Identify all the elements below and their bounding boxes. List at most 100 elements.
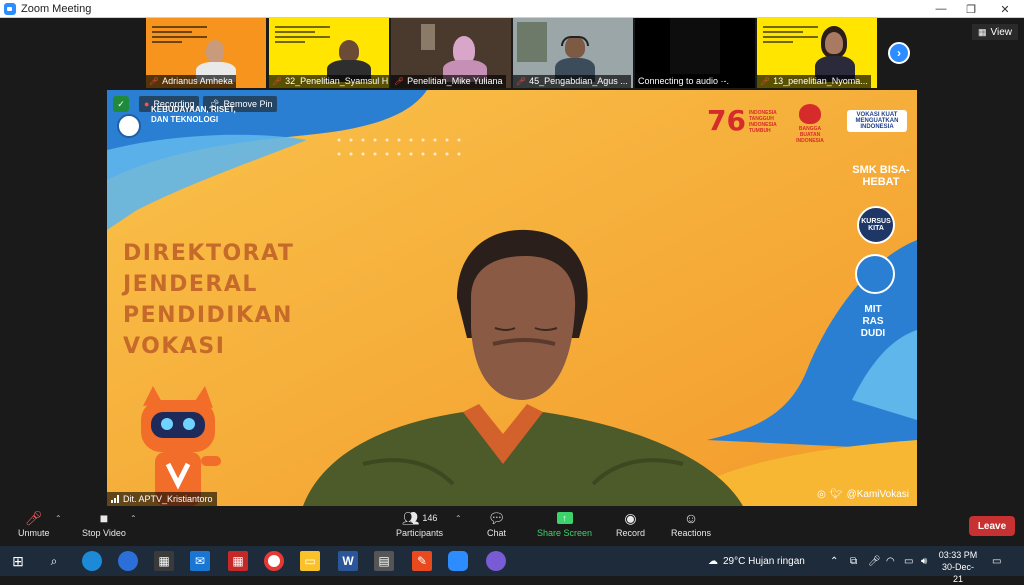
participant-name-text: 45_Pengabdian_Agus ... xyxy=(529,76,628,86)
video-off-placeholder xyxy=(670,18,720,74)
window-title: Zoom Meeting xyxy=(21,2,92,15)
participant-name: Connecting to audio ·-. xyxy=(635,75,732,88)
emblem-logo xyxy=(855,254,895,294)
audio-options-caret[interactable]: ⌃ xyxy=(55,514,62,523)
zoom-app-icon xyxy=(4,2,16,15)
meeting-toolbar: 🎤︎ Unmute ⌃ ■ Stop Video ⌃ 👥︎ 146 Partic… xyxy=(0,506,1024,546)
background-shelf xyxy=(517,22,547,62)
mitras-dudi-logo: MIT RAS DUDI xyxy=(860,304,886,339)
grid-icon: ▦ xyxy=(977,26,987,37)
mic-muted-icon: 🎤︎ xyxy=(394,77,405,86)
participant-name-text: Penelitian_Mike Yuliana xyxy=(407,76,503,86)
cloud-rain-icon: ☁ xyxy=(708,555,718,567)
chrome-icon[interactable] xyxy=(264,551,284,571)
maximize-button[interactable]: ❐ xyxy=(954,0,988,18)
participant-name: 🎤︎ Adrianus Amheka xyxy=(146,75,236,88)
mic-muted-icon: 🎤︎ xyxy=(760,77,771,86)
participant-name: 🎤︎ Penelitian_Mike Yuliana xyxy=(391,75,506,88)
mic-muted-icon: 🎤︎ xyxy=(24,509,43,526)
view-button[interactable]: ▦ View xyxy=(971,24,1018,40)
smiley-icon: ☺ xyxy=(683,510,699,526)
share-screen-button[interactable]: ↑ Share Screen xyxy=(537,508,592,538)
participants-button[interactable]: 👥︎ 146 Participants xyxy=(396,508,444,539)
network-icon[interactable]: ▭ xyxy=(904,546,913,576)
paint-icon[interactable] xyxy=(486,551,506,571)
record-button[interactable]: ◉ Record xyxy=(616,508,646,539)
mic-muted-icon: 🎤︎ xyxy=(516,77,527,86)
chat-label: Chat xyxy=(487,528,507,538)
system-clock[interactable]: 03:33 PM 30-Dec-21 xyxy=(938,549,978,585)
ri-76-logo: 76 xyxy=(707,104,746,137)
microsoft-store-icon[interactable]: ▦ xyxy=(154,551,174,571)
notifications-icon[interactable]: ▭ xyxy=(992,546,1001,576)
weather-text: 29°C Hujan ringan xyxy=(723,555,805,567)
video-camera-icon: ■ xyxy=(99,510,109,526)
meeting-stage: 🎤︎ Adrianus Amheka 🎤︎ 32_Penelitian_Syamsu… xyxy=(0,18,1024,506)
background-door xyxy=(421,24,435,50)
next-page-button[interactable]: › xyxy=(888,42,910,64)
participants-options-caret[interactable]: ⌃ xyxy=(455,514,462,523)
participant-thumbnail[interactable]: 🎤︎ 45_Pengabdian_Agus ... xyxy=(513,18,633,88)
participant-thumbnail[interactable]: Connecting to audio ·-. xyxy=(635,18,755,88)
directorate-line: VOKASI xyxy=(123,334,226,359)
unmute-button[interactable]: 🎤︎ Unmute xyxy=(18,508,50,539)
directorate-title: DIREKTORAT JENDERAL PENDIDIKAN VOKASI xyxy=(123,238,294,362)
participant-name-text: Adrianus Amheka xyxy=(162,76,233,86)
participant-thumbnail[interactable]: 🎤︎ 32_Penelitian_Syamsul H... xyxy=(269,18,389,88)
instagram-icon: ◎ xyxy=(817,489,826,500)
speaker-video xyxy=(447,228,597,418)
directorate-line: DIREKTORAT xyxy=(123,241,295,266)
word-icon[interactable]: W xyxy=(338,551,358,571)
leave-button[interactable]: Leave xyxy=(969,516,1015,536)
ministry-logo xyxy=(117,114,141,138)
share-screen-label: Share Screen xyxy=(537,528,593,538)
reactions-button[interactable]: ☺ Reactions xyxy=(671,508,711,538)
participant-name-text: Connecting to audio ·-. xyxy=(638,76,730,86)
app-grid-icon[interactable]: ▦ xyxy=(228,551,248,571)
encryption-shield-icon[interactable]: ✓ xyxy=(113,96,129,112)
participants-label: Participants xyxy=(396,528,444,538)
edge-browser-icon[interactable] xyxy=(82,551,102,571)
stop-video-button[interactable]: ■ Stop Video xyxy=(82,508,126,538)
weather-widget[interactable]: ☁ 29°C Hujan ringan xyxy=(708,546,805,576)
video-options-caret[interactable]: ⌃ xyxy=(130,514,137,523)
minimize-button[interactable]: — xyxy=(924,0,958,18)
headphones-icon xyxy=(561,36,589,46)
clock-time: 03:33 PM xyxy=(938,550,978,560)
microphone-tray-icon[interactable]: 🎤︎ xyxy=(868,546,881,576)
record-dot-icon: ● xyxy=(144,99,150,109)
ministry-line: DAN TEKNOLOGI xyxy=(151,115,219,124)
speaker-name-tag: Dit. APTV_Kristiantoro xyxy=(107,492,217,506)
ministry-text: KEBUDAYAAN, RISET, DAN TEKNOLOGI xyxy=(151,105,236,125)
participant-thumbnail[interactable]: 🎤︎ 13_penelitian_Nyoma... xyxy=(757,18,877,88)
vokasi-kuat-logo: VOKASI KUAT MENGUATKAN INDONESIA xyxy=(847,110,907,132)
chevron-right-icon: › xyxy=(897,46,901,60)
show-hidden-icons-chevron[interactable]: ⌃ xyxy=(830,546,838,576)
zoom-taskbar-icon[interactable] xyxy=(448,551,468,571)
participant-face xyxy=(825,32,843,54)
participant-thumbnail[interactable]: 🎤︎ Adrianus Amheka xyxy=(146,18,266,88)
close-button[interactable]: ✕ xyxy=(988,0,1022,18)
twitter-icon: 🐦︎ xyxy=(829,489,843,500)
pdf-reader-icon[interactable]: ✎ xyxy=(412,551,432,571)
social-handle-text: @KamiVokasi xyxy=(846,489,909,500)
search-icon[interactable]: ⌕ xyxy=(44,551,64,571)
record-label: Record xyxy=(616,528,646,538)
participant-thumbnail[interactable]: 🎤︎ Penelitian_Mike Yuliana xyxy=(391,18,511,88)
tray-app-icon[interactable]: ⧉ xyxy=(850,546,857,576)
edge-beta-icon[interactable] xyxy=(118,551,138,571)
participant-name-text: 32_Penelitian_Syamsul H... xyxy=(285,76,389,86)
signal-strength-icon xyxy=(111,495,119,503)
wifi-icon[interactable]: ◠ xyxy=(886,546,895,576)
windows-start-icon[interactable]: ⊞ xyxy=(8,551,28,571)
calculator-icon[interactable]: ▤ xyxy=(374,551,394,571)
pinned-video[interactable]: ✓ ● Recording 📌︎ Remove Pin KEBUDAYAAN, RI… xyxy=(107,90,917,506)
clock-date: 30-Dec-21 xyxy=(941,562,974,584)
stop-video-label: Stop Video xyxy=(82,528,126,538)
chat-button[interactable]: 💬︎ Chat xyxy=(487,508,507,539)
ri-76-tagline: INDONESIA TANGGUH INDONESIA TUMBUH xyxy=(749,110,777,134)
participant-face xyxy=(206,40,224,62)
file-explorer-icon[interactable]: ▭ xyxy=(300,551,320,571)
mail-icon[interactable]: ✉ xyxy=(190,551,210,571)
volume-icon[interactable]: 🔊︎ xyxy=(921,546,927,576)
